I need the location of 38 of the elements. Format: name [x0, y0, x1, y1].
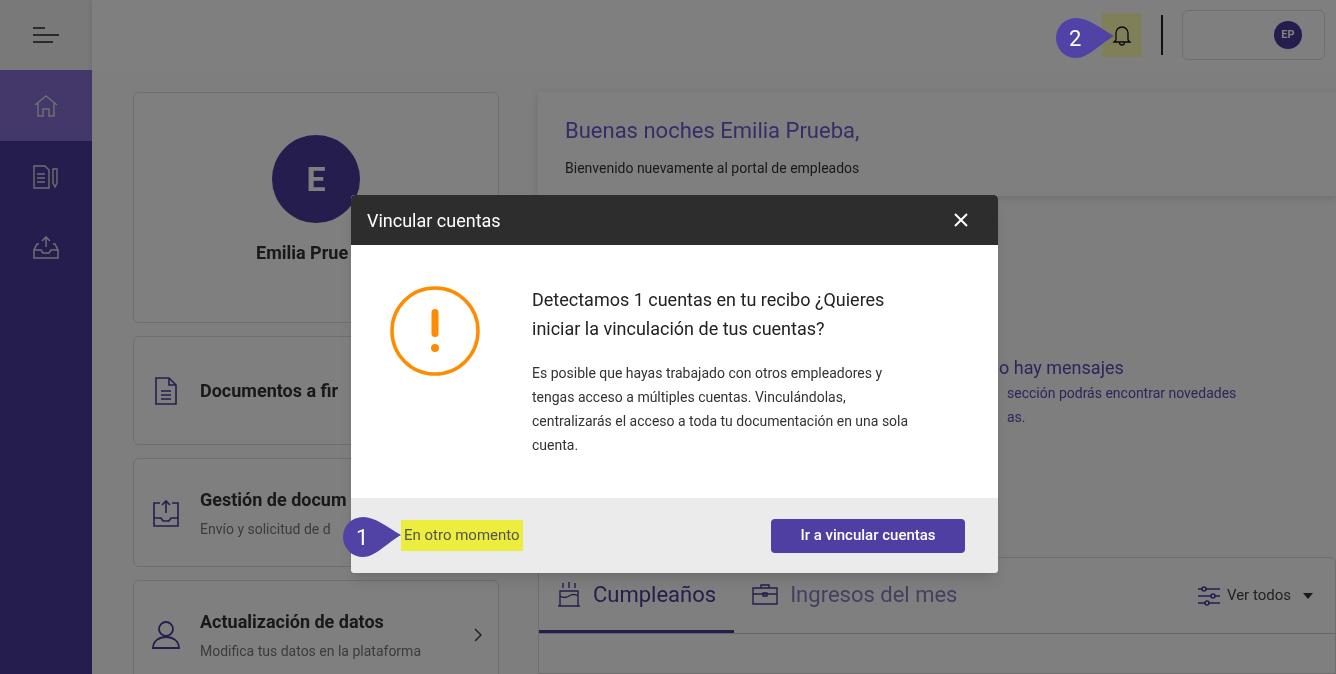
menu-icon[interactable]: [32, 26, 60, 44]
messages-text: as.: [1007, 408, 1027, 427]
home-icon: [33, 93, 59, 118]
card-subtitle: Modifica tus datos en la plataforma: [200, 641, 421, 661]
messages-title: o hay mensajes: [999, 356, 1125, 380]
tray-upload-icon: [152, 498, 180, 527]
profile-name: Emilia Prue: [256, 241, 349, 265]
profile-avatar: E: [272, 135, 360, 223]
greeting-subtitle: Bienvenido nuevamente al portal de empleados: [565, 159, 861, 178]
sidebar-item[interactable]: [0, 70, 92, 141]
filter-dropdown[interactable]: Ver todos: [1196, 558, 1313, 633]
caret-icon: [1303, 592, 1313, 599]
messages-text: sección podrás encontrar novedades: [1007, 384, 1238, 403]
dialog-title: Vincular cuentas: [367, 208, 501, 233]
later-link[interactable]: En otro momento: [401, 520, 523, 551]
document-icon: [154, 376, 178, 405]
card-subtitle: Envío y solicitud de d: [200, 519, 331, 539]
notification-button[interactable]: [1102, 13, 1142, 57]
card-title: Actualización de datos: [200, 609, 384, 634]
dialog-heading: Detectamos 1 cuentas en tu recibo ¿Quieres iniciar la vinculación de tus cuentas?: [532, 288, 886, 341]
chevron-right-icon: [474, 627, 482, 642]
bell-icon: [1112, 24, 1132, 46]
user-icon: [152, 620, 180, 649]
cake-icon: [557, 581, 581, 607]
events-tab[interactable]: Ingresos del mes: [734, 558, 976, 633]
user-menu-button[interactable]: EP: [1182, 10, 1325, 60]
inbox-upload-icon: [33, 235, 59, 260]
shortcut-card[interactable]: Actualización de datos Modifica tus datos en la plataforma: [133, 580, 499, 674]
sliders-icon: [1196, 585, 1221, 606]
briefcase-icon: [752, 583, 779, 605]
greeting-title: Buenas noches Emilia Prueba,: [565, 117, 861, 145]
dialog-message: Es posible que hayas trabajado con otros empleadores y tengas acceso a múltiples cuentas. Vinculándolas, centralizarás el acceso a toda tu documentación en una sola cuenta.: [532, 364, 910, 455]
card-title: Gestión de docum: [200, 487, 347, 512]
warning-icon: [389, 285, 481, 377]
document-pen-icon: [32, 164, 60, 189]
link-accounts-button[interactable]: Ir a vincular cuentas: [771, 518, 965, 553]
card-title: Documentos a fir: [200, 379, 339, 403]
close-icon[interactable]: [954, 213, 968, 227]
